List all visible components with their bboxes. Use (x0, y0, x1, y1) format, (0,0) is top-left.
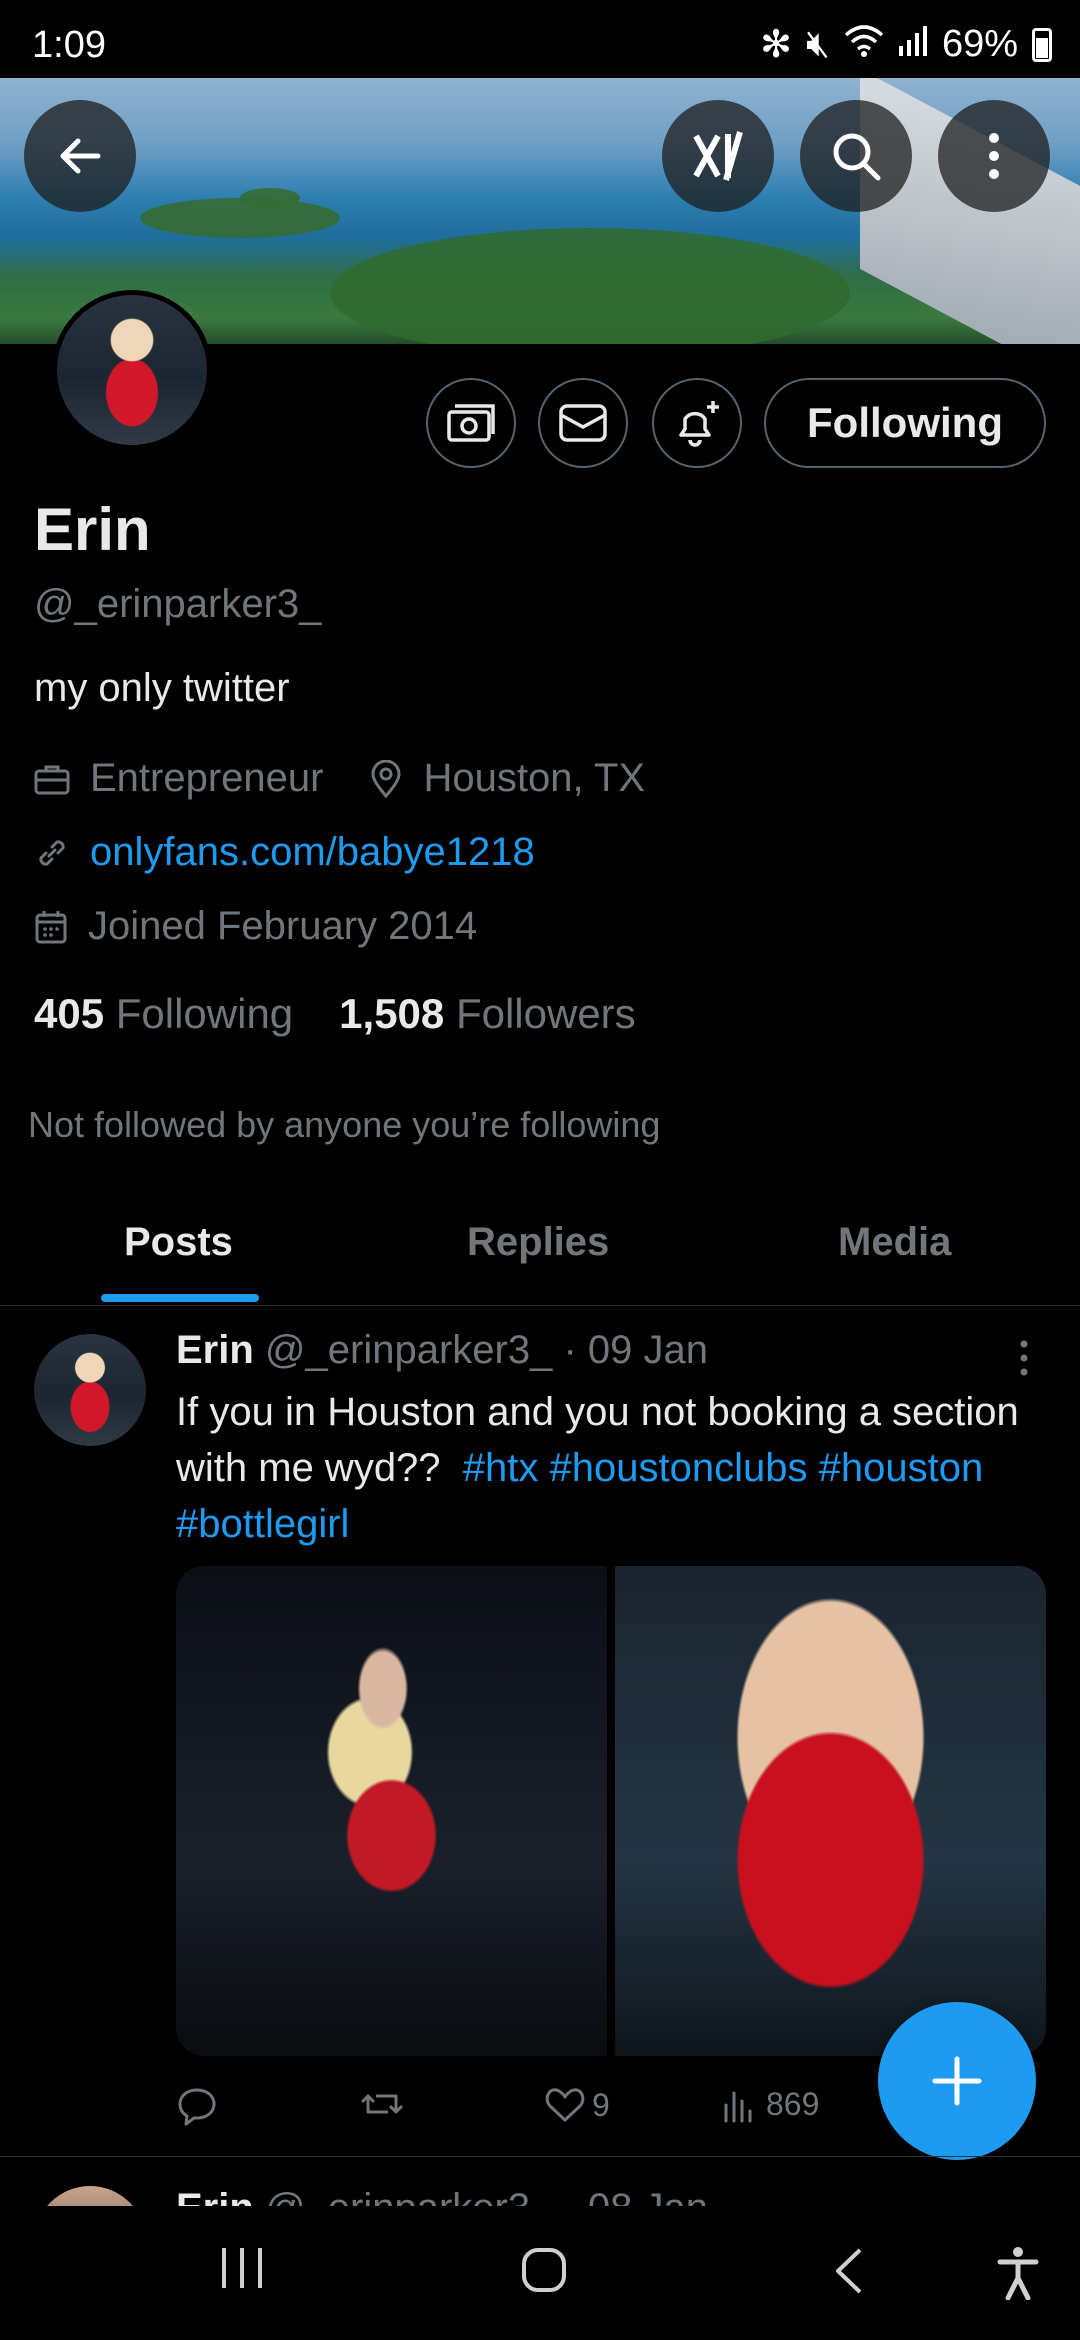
system-nav-bar (0, 2206, 1080, 2340)
post-image[interactable] (615, 1566, 1046, 2056)
home-button[interactable] (520, 2246, 568, 2294)
like-count: 9 (592, 2086, 610, 2123)
profile-category: Entrepreneur (90, 756, 324, 800)
reply-icon (178, 2088, 216, 2126)
post-divider (0, 2156, 1080, 2157)
profile-avatar[interactable] (52, 290, 212, 450)
profile-location: Houston, TX (423, 756, 646, 800)
message-button[interactable] (538, 378, 628, 468)
bell-plus-icon (679, 401, 719, 447)
chevron-left-icon (836, 2248, 862, 2294)
post-more-button[interactable] (1010, 1338, 1038, 1383)
subscribe-button[interactable] (426, 378, 516, 468)
repost-button[interactable] (360, 2086, 410, 2122)
recent-apps-icon (222, 2248, 262, 2288)
notifications-button[interactable] (652, 378, 742, 468)
calendar-icon (35, 910, 67, 943)
post-text: If you in Houston and you not booking a … (176, 1390, 1019, 1546)
back-nav-button[interactable] (830, 2246, 866, 2296)
follow-counts: 405 Following 1,508 Followers (34, 990, 636, 1038)
followers-count-link[interactable]: 1,508 Followers (339, 990, 636, 1038)
home-icon (522, 2248, 566, 2292)
active-tab-indicator (101, 1294, 259, 1302)
compose-post-button[interactable] (878, 2002, 1036, 2160)
post-author-handle: @_erinparker3_ (264, 1328, 553, 1372)
heart-icon (545, 2088, 585, 2122)
following-button[interactable]: Following (764, 378, 1046, 468)
post-header: Erin @_erinparker3_ · 09 Jan (176, 1328, 708, 1373)
post-date: · 09 Jan (563, 1328, 708, 1372)
post-media (176, 1566, 1046, 2056)
profile-tabs: Posts Replies Media (0, 1180, 1080, 1306)
plus-icon (932, 2056, 982, 2106)
hashtag[interactable]: #houston (819, 1446, 984, 1490)
location-pin-icon (371, 759, 401, 798)
briefcase-icon (34, 765, 70, 794)
signal-icon (898, 23, 928, 66)
like-button[interactable]: 9 (544, 2086, 610, 2124)
back-arrow-icon (60, 138, 101, 174)
accessibility-icon (997, 2247, 1039, 2300)
hashtag[interactable]: #htx (463, 1446, 539, 1490)
profile-joined: Joined February 2014 (88, 904, 478, 948)
tab-posts[interactable]: Posts (124, 1220, 233, 1265)
battery-percent: 69% (941, 23, 1018, 65)
profile-bio: my only twitter (34, 666, 290, 710)
search-button[interactable] (800, 100, 912, 212)
grok-button[interactable] (662, 100, 774, 212)
wifi-icon (844, 23, 884, 67)
hashtag[interactable]: #houstonclubs (550, 1446, 808, 1490)
bluetooth-icon: ✻ (760, 24, 792, 66)
tab-replies[interactable]: Replies (467, 1220, 609, 1265)
search-icon (833, 133, 881, 181)
repost-icon (360, 2094, 404, 2114)
grok-icon (693, 131, 743, 181)
money-icon (447, 404, 495, 442)
back-button[interactable] (24, 100, 136, 212)
profile-name: Erin (34, 496, 151, 563)
hashtag[interactable]: #bottlegirl (176, 1502, 349, 1546)
accessibility-button[interactable] (996, 2246, 1040, 2300)
view-count: 869 (766, 2086, 820, 2122)
profile-meta-row: Entrepreneur Houston, TX (34, 756, 645, 801)
recent-apps-button[interactable] (218, 2246, 266, 2290)
post-avatar[interactable] (34, 1334, 146, 1446)
profile-handle: @_erinparker3_ (34, 582, 322, 626)
status-bar: 1:09 ✻ 🔇︎ 69% (0, 0, 1080, 78)
more-vertical-icon (1020, 1340, 1028, 1376)
mutuals-note: Not followed by anyone you’re following (28, 1104, 661, 1145)
mute-icon: 🔇︎ (805, 23, 830, 65)
views-icon (724, 2091, 752, 2122)
reply-button[interactable] (176, 2086, 224, 2126)
post-author-name[interactable]: Erin (176, 1328, 254, 1372)
profile-website-link[interactable]: onlyfans.com/babye1218 (90, 830, 535, 875)
status-time: 1:09 (32, 24, 106, 66)
tab-media[interactable]: Media (838, 1220, 951, 1265)
views-button[interactable]: 869 (722, 2086, 819, 2123)
battery-icon (1032, 27, 1052, 62)
link-icon (39, 839, 65, 866)
more-options-button[interactable] (938, 100, 1050, 212)
following-count-link[interactable]: 405 Following (34, 990, 293, 1038)
mail-icon (559, 404, 607, 442)
post-image[interactable] (176, 1566, 607, 2056)
more-vertical-icon (989, 133, 999, 179)
